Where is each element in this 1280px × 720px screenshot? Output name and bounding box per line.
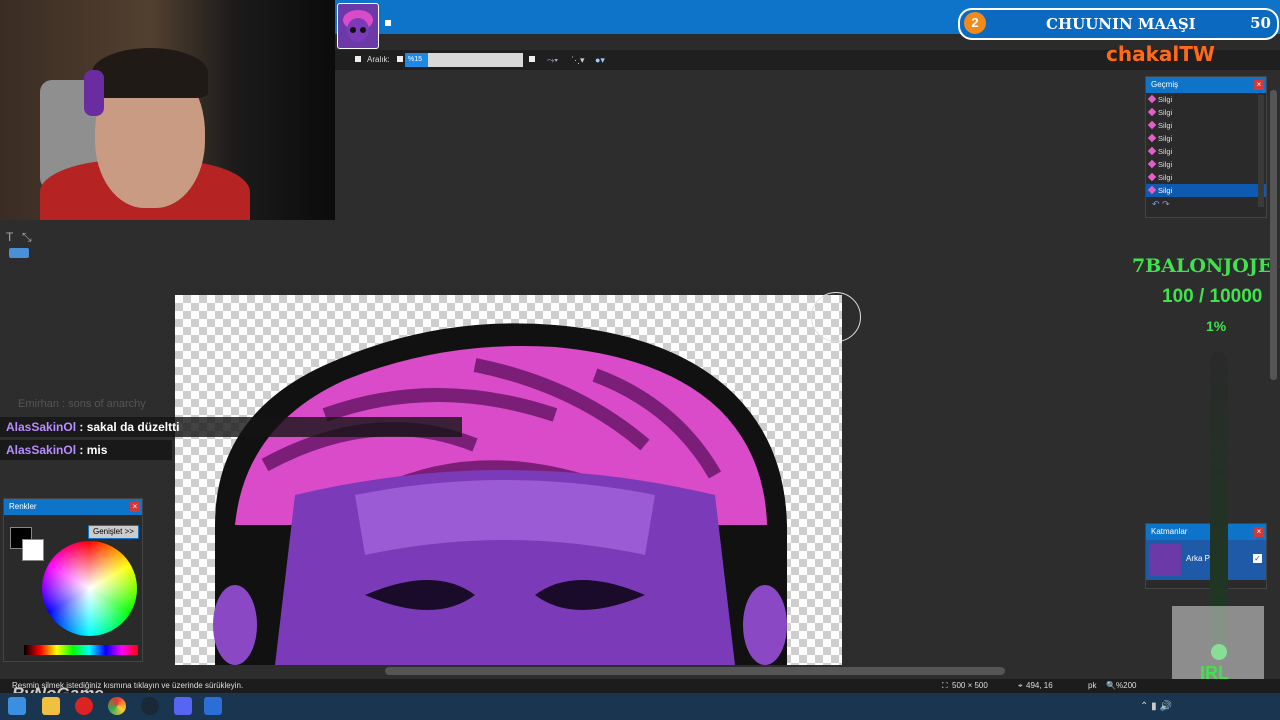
history-list: Silgi Silgi Silgi Silgi Silgi Silgi Silg… bbox=[1146, 93, 1266, 197]
spacing-toggle-icon[interactable] bbox=[397, 56, 403, 62]
salary-label: CHUUNIN MAAŞI bbox=[1046, 15, 1196, 33]
chat-ghost-line: Emirhan : sons of anarchy bbox=[18, 398, 146, 410]
opera-icon[interactable] bbox=[75, 697, 93, 715]
goal-count: 100 / 10000 bbox=[1162, 286, 1263, 307]
headset-icon bbox=[84, 70, 104, 116]
zoom-out-icon[interactable]: 🔍 bbox=[1106, 679, 1116, 693]
tool-option-icon[interactable] bbox=[355, 56, 361, 62]
layers-panel-header: Katmanlar × bbox=[1146, 524, 1266, 540]
image-thumbnail[interactable] bbox=[337, 3, 379, 49]
chat-text: : mis bbox=[79, 443, 108, 457]
horizontal-scrollbar[interactable] bbox=[385, 667, 1005, 675]
shapes-tool-icon[interactable] bbox=[9, 248, 29, 258]
secondary-color-swatch[interactable] bbox=[22, 539, 44, 561]
eraser-cursor bbox=[811, 292, 861, 342]
layer-name: Arka P bbox=[1186, 554, 1211, 563]
chat-username: AlasSakinOl bbox=[6, 420, 77, 434]
streamer-hair bbox=[92, 48, 208, 98]
history-item[interactable]: Silgi bbox=[1146, 93, 1266, 106]
chat-text: : sakal da düzeltti bbox=[79, 420, 180, 434]
chat-message: AlasSakinOl : sakal da düzeltti bbox=[0, 417, 462, 437]
close-icon[interactable]: × bbox=[1254, 80, 1264, 90]
titlebar-dropdown-icon[interactable] bbox=[385, 20, 391, 26]
layers-panel: Katmanlar × Arka P ✓ bbox=[1145, 523, 1267, 589]
spacing-value: %15 bbox=[405, 53, 428, 67]
unit-selector[interactable]: pk bbox=[1088, 679, 1096, 693]
history-item[interactable]: Silgi bbox=[1146, 171, 1266, 184]
antialias-icon[interactable]: ⤳▾ bbox=[547, 55, 558, 66]
color-wheel[interactable] bbox=[42, 541, 137, 636]
webcam-feed bbox=[0, 0, 335, 220]
chat-username: AlasSakinOl bbox=[6, 443, 77, 457]
blend-mode-icon[interactable]: ⋱▾ bbox=[571, 55, 585, 66]
eraser-icon bbox=[1147, 94, 1157, 104]
history-panel: Geçmiş × Silgi Silgi Silgi Silgi Silgi S… bbox=[1145, 76, 1267, 218]
alpha-mode-icon[interactable]: ●▾ bbox=[595, 55, 605, 66]
close-icon[interactable]: × bbox=[1254, 527, 1264, 537]
taskbar: ⌃ ▮ 🔊 bbox=[0, 693, 1280, 720]
undo-icon[interactable]: ↶ bbox=[1152, 199, 1160, 209]
paintnet-icon[interactable] bbox=[204, 697, 222, 715]
image-canvas[interactable] bbox=[175, 295, 842, 665]
goal-percent: 1% bbox=[1206, 318, 1227, 334]
colors-panel-title: Renkler bbox=[9, 502, 37, 511]
history-item-selected[interactable]: Silgi bbox=[1146, 184, 1266, 197]
steam-icon[interactable] bbox=[141, 697, 159, 715]
goal-title: 7BALONJOJE - 1 bbox=[1132, 255, 1280, 277]
eraser-icon bbox=[1147, 159, 1157, 169]
spacing-label: Aralık: bbox=[367, 55, 390, 64]
eraser-icon bbox=[1147, 120, 1157, 130]
salary-rank-badge: 2 bbox=[964, 12, 986, 34]
eraser-icon bbox=[1147, 185, 1157, 195]
eraser-icon bbox=[1147, 172, 1157, 182]
discord-icon[interactable] bbox=[174, 697, 192, 715]
history-item[interactable]: Silgi bbox=[1146, 145, 1266, 158]
line-tool-icon[interactable]: ⤡ bbox=[22, 230, 32, 245]
colors-panel: Renkler × Genişlet >> bbox=[3, 498, 143, 662]
zoom-level[interactable]: %200 bbox=[1116, 679, 1136, 693]
salary-value: 50 bbox=[1250, 14, 1271, 32]
spacing-slider[interactable]: %15 bbox=[405, 53, 523, 67]
salary-banner: 2 CHUUNIN MAAŞI 50 bbox=[958, 8, 1279, 40]
channel-name: chakalTW bbox=[1106, 42, 1215, 66]
redo-icon[interactable]: ↷ bbox=[1162, 199, 1170, 209]
close-icon[interactable]: × bbox=[130, 502, 140, 512]
spacing-spinner-icon[interactable] bbox=[529, 56, 535, 62]
chat-message: AlasSakinOl : mis bbox=[0, 440, 172, 460]
history-item[interactable]: Silgi bbox=[1146, 158, 1266, 171]
palette-strip[interactable] bbox=[24, 645, 138, 655]
undo-redo-bar: ↶ ↷ bbox=[1146, 197, 1266, 212]
cursor-position-icon: ⌖ bbox=[1018, 681, 1023, 690]
status-bar: Resmin silmek istediğiniz kısmına tıklay… bbox=[0, 679, 1280, 693]
eraser-icon bbox=[1147, 146, 1157, 156]
eraser-icon bbox=[1147, 133, 1157, 143]
layer-visibility-checkbox[interactable]: ✓ bbox=[1253, 554, 1262, 563]
history-item[interactable]: Silgi bbox=[1146, 106, 1266, 119]
history-panel-title: Geçmiş bbox=[1151, 80, 1179, 89]
tray-icons[interactable]: ⌃ ▮ 🔊 bbox=[1140, 701, 1172, 712]
layer-thumbnail bbox=[1149, 544, 1181, 576]
chrome-icon[interactable] bbox=[108, 697, 126, 715]
expand-button[interactable]: Genişlet >> bbox=[88, 525, 139, 539]
vertical-scrollbar[interactable] bbox=[1270, 90, 1277, 380]
history-item[interactable]: Silgi bbox=[1146, 132, 1266, 145]
history-scrollbar[interactable] bbox=[1258, 95, 1264, 207]
layers-panel-title: Katmanlar bbox=[1151, 527, 1188, 536]
image-size-icon: ⛶ bbox=[942, 681, 948, 690]
colors-panel-header: Renkler × bbox=[4, 499, 142, 515]
skull-artwork bbox=[213, 323, 787, 665]
image-size: 500 × 500 bbox=[952, 681, 988, 690]
history-panel-header: Geçmiş × bbox=[1146, 77, 1266, 93]
skull-thumb-icon bbox=[343, 10, 373, 42]
text-tool-icon[interactable]: T bbox=[6, 230, 13, 244]
eraser-icon bbox=[1147, 107, 1157, 117]
explorer-icon[interactable] bbox=[42, 697, 60, 715]
cursor-position: 494, 16 bbox=[1026, 681, 1053, 690]
history-item[interactable]: Silgi bbox=[1146, 119, 1266, 132]
start-icon[interactable] bbox=[8, 697, 26, 715]
layer-row[interactable]: Arka P ✓ bbox=[1146, 540, 1266, 580]
